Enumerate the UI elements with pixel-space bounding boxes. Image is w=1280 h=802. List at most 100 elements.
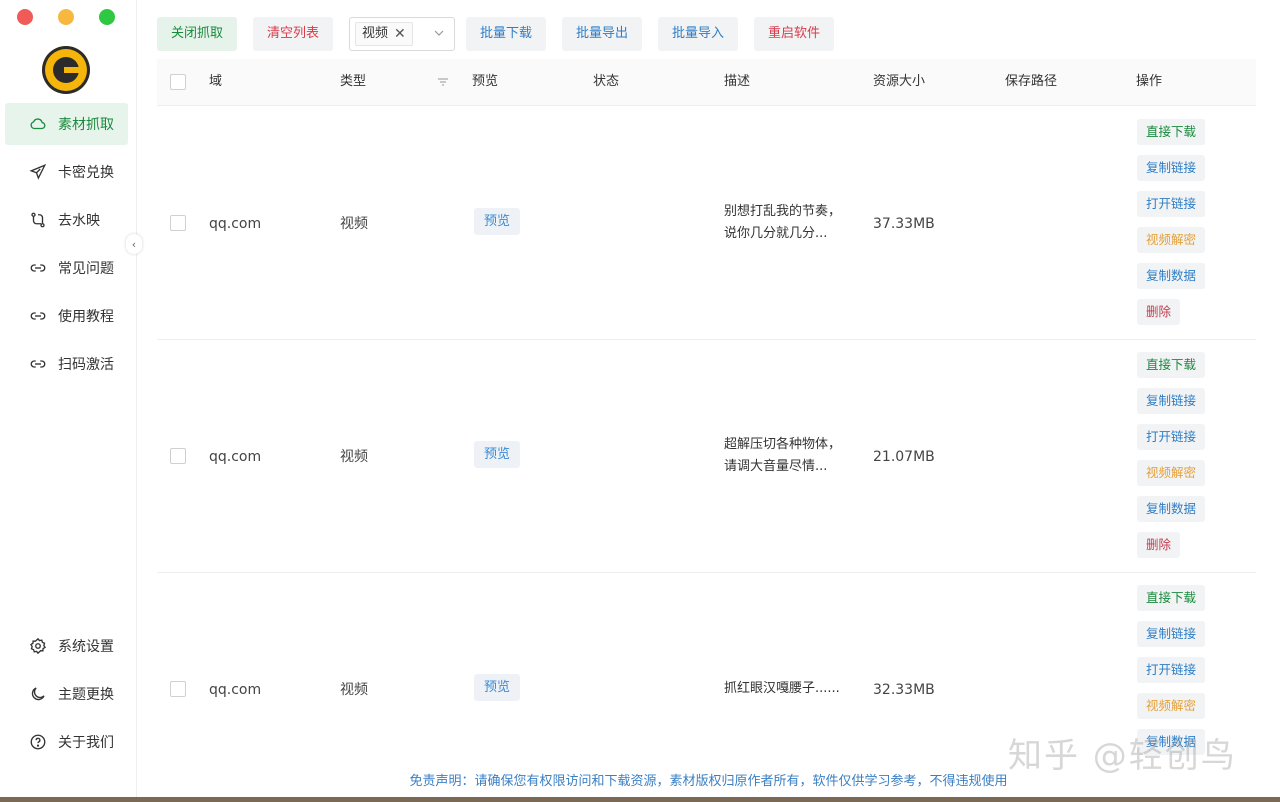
description-line: 请调大音量尽情... bbox=[724, 459, 828, 474]
window-maximize-button[interactable] bbox=[99, 9, 115, 25]
sidebar-item-label: 使用教程 bbox=[58, 309, 114, 325]
window-close-button[interactable] bbox=[17, 9, 33, 25]
preview-button[interactable]: 预览 bbox=[474, 674, 521, 701]
window-minimize-button[interactable] bbox=[58, 9, 74, 25]
restart-button[interactable]: 重启软件 bbox=[754, 17, 835, 51]
type-filter-select[interactable]: 视频 ✕ bbox=[349, 17, 455, 51]
select-all-checkbox[interactable] bbox=[170, 74, 186, 90]
sidebar-item-label: 素材抓取 bbox=[58, 117, 114, 133]
cell-domain: qq.com bbox=[209, 449, 262, 465]
description-line: 抓红眼汉嘎腰子...... bbox=[724, 681, 840, 696]
decrypt-video-button[interactable]: 视频解密 bbox=[1137, 693, 1206, 719]
sidebar-item-material-capture[interactable]: 素材抓取 bbox=[5, 103, 128, 145]
sidebar-item-settings[interactable]: 系统设置 bbox=[5, 625, 128, 667]
chevron-down-icon bbox=[434, 30, 444, 36]
download-button[interactable]: 直接下载 bbox=[1137, 585, 1206, 611]
link-icon bbox=[28, 354, 48, 374]
cell-size: 21.07MB bbox=[873, 449, 935, 465]
header-description: 描述 bbox=[724, 74, 751, 89]
sidebar-collapse-button[interactable]: ‹ bbox=[126, 234, 142, 254]
moon-icon bbox=[28, 684, 48, 704]
decrypt-video-button[interactable]: 视频解密 bbox=[1137, 460, 1206, 486]
download-button[interactable]: 直接下载 bbox=[1137, 119, 1206, 145]
header-preview: 预览 bbox=[472, 74, 499, 89]
sidebar-item-label: 主题更换 bbox=[58, 687, 114, 703]
row-actions: 直接下载 复制链接 打开链接 视频解密 复制数据 删除 bbox=[1137, 352, 1206, 568]
description-line: 超解压切各种物体， bbox=[724, 437, 842, 452]
copy-data-button[interactable]: 复制数据 bbox=[1137, 496, 1206, 522]
row-checkbox[interactable] bbox=[170, 215, 186, 231]
help-icon bbox=[28, 732, 48, 752]
branch-icon bbox=[28, 210, 48, 230]
sidebar-item-theme[interactable]: 主题更换 bbox=[5, 673, 128, 715]
open-link-button[interactable]: 打开链接 bbox=[1137, 424, 1206, 450]
sidebar-item-label: 卡密兑换 bbox=[58, 165, 114, 181]
preview-button[interactable]: 预览 bbox=[474, 441, 521, 468]
header-size: 资源大小 bbox=[873, 74, 926, 89]
desktop-background-strip bbox=[0, 797, 1280, 802]
sidebar-item-label: 去水映 bbox=[58, 213, 100, 229]
sidebar-item-label: 扫码激活 bbox=[58, 357, 114, 373]
header-type: 类型 bbox=[340, 74, 367, 89]
header-domain: 域 bbox=[209, 74, 223, 89]
row-checkbox[interactable] bbox=[170, 448, 186, 464]
batch-export-button[interactable]: 批量导出 bbox=[562, 17, 643, 51]
header-actions: 操作 bbox=[1136, 74, 1163, 89]
copy-data-button[interactable]: 复制数据 bbox=[1137, 263, 1206, 289]
description-line: 说你几分就几分... bbox=[724, 226, 828, 241]
link-icon bbox=[28, 306, 48, 326]
app-logo bbox=[42, 46, 90, 94]
sidebar-item-card-redeem[interactable]: 卡密兑换 bbox=[5, 151, 128, 193]
sidebar-item-tutorial[interactable]: 使用教程 bbox=[5, 295, 128, 337]
decrypt-video-button[interactable]: 视频解密 bbox=[1137, 227, 1206, 253]
cell-type: 视频 bbox=[340, 682, 368, 698]
sidebar-item-about[interactable]: 关于我们 bbox=[5, 721, 128, 763]
tag-close-icon[interactable]: ✕ bbox=[394, 23, 406, 45]
sidebar-item-label: 常见问题 bbox=[58, 261, 114, 277]
sidebar-item-faq[interactable]: 常见问题 bbox=[5, 247, 128, 289]
cell-type: 视频 bbox=[340, 449, 368, 465]
filter-tag: 视频 ✕ bbox=[355, 22, 413, 46]
row-checkbox[interactable] bbox=[170, 681, 186, 697]
sidebar-item-watermark[interactable]: 去水映 bbox=[5, 199, 128, 241]
header-status: 状态 bbox=[593, 74, 620, 89]
cell-domain: qq.com bbox=[209, 682, 262, 698]
link-icon bbox=[28, 258, 48, 278]
gear-icon bbox=[28, 636, 48, 656]
chevron-left-icon: ‹ bbox=[131, 237, 137, 251]
sidebar-item-label: 系统设置 bbox=[58, 639, 114, 655]
cell-size: 37.33MB bbox=[873, 216, 935, 232]
copy-link-button[interactable]: 复制链接 bbox=[1137, 155, 1206, 181]
filter-tag-label: 视频 bbox=[362, 26, 389, 41]
table-row: qq.com 视频 预览 别想打乱我的节奏， 说你几分就几分... 37.33M… bbox=[157, 106, 1256, 340]
download-button[interactable]: 直接下载 bbox=[1137, 352, 1206, 378]
copy-link-button[interactable]: 复制链接 bbox=[1137, 621, 1206, 647]
cloud-icon bbox=[28, 114, 48, 134]
watermark-text: 知乎 @轻创鸟 bbox=[1008, 736, 1237, 776]
sidebar-item-label: 关于我们 bbox=[58, 735, 114, 751]
row-actions: 直接下载 复制链接 打开链接 视频解密 复制数据 删除 bbox=[1137, 119, 1206, 335]
send-icon bbox=[28, 162, 48, 182]
cell-description: 抓红眼汉嘎腰子...... bbox=[724, 678, 854, 700]
clear-list-button[interactable]: 清空列表 bbox=[253, 17, 334, 51]
cell-domain: qq.com bbox=[209, 216, 262, 232]
batch-import-button[interactable]: 批量导入 bbox=[658, 17, 739, 51]
sidebar: 素材抓取 卡密兑换 去水映 常见问题 使用教程 扫码激活 系统设置 主题更换 关… bbox=[0, 0, 137, 802]
header-path: 保存路径 bbox=[1005, 74, 1058, 89]
cell-type: 视频 bbox=[340, 216, 368, 232]
delete-button[interactable]: 删除 bbox=[1137, 299, 1181, 325]
filter-icon[interactable] bbox=[437, 76, 449, 88]
open-link-button[interactable]: 打开链接 bbox=[1137, 191, 1206, 217]
cell-size: 32.33MB bbox=[873, 682, 935, 698]
table-header: 域 类型 预览 状态 描述 资源大小 保存路径 操作 bbox=[157, 59, 1256, 106]
close-capture-button[interactable]: 关闭抓取 bbox=[157, 17, 238, 51]
open-link-button[interactable]: 打开链接 bbox=[1137, 657, 1206, 683]
delete-button[interactable]: 删除 bbox=[1137, 532, 1181, 558]
preview-button[interactable]: 预览 bbox=[474, 208, 521, 235]
sidebar-item-activate[interactable]: 扫码激活 bbox=[5, 343, 128, 385]
table-row: qq.com 视频 预览 超解压切各种物体， 请调大音量尽情... 21.07M… bbox=[157, 339, 1256, 573]
copy-link-button[interactable]: 复制链接 bbox=[1137, 388, 1206, 414]
description-line: 别想打乱我的节奏， bbox=[724, 204, 842, 219]
batch-download-button[interactable]: 批量下载 bbox=[466, 17, 547, 51]
cell-description: 别想打乱我的节奏， 说你几分就几分... bbox=[724, 201, 854, 245]
